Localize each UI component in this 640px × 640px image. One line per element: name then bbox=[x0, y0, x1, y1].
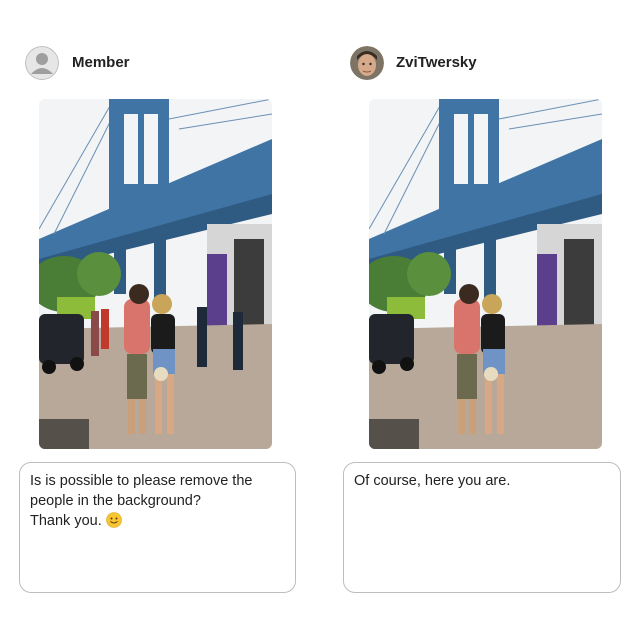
reply-text: Of course, here you are. bbox=[354, 473, 511, 489]
user-photo-avatar[interactable] bbox=[350, 46, 384, 80]
default-user-avatar-icon[interactable] bbox=[25, 46, 59, 80]
request-line-2: people in the background? bbox=[30, 493, 201, 509]
request-line-1: Is is possible to please remove the bbox=[30, 473, 253, 489]
request-message-bubble: Is is possible to please remove the peop… bbox=[19, 462, 296, 593]
request-line-3: Thank you. bbox=[30, 511, 285, 531]
left-panel: Member Is is possible to please remove t… bbox=[0, 0, 320, 640]
request-line-3-text: Thank you. bbox=[30, 513, 102, 529]
original-photo bbox=[39, 99, 272, 449]
edited-photo bbox=[369, 99, 602, 449]
right-panel: ZviTwersky Of course, here you are. bbox=[320, 0, 640, 640]
member-username[interactable]: Member bbox=[72, 54, 130, 71]
reply-message-bubble: Of course, here you are. bbox=[343, 462, 621, 593]
zvitwersky-username[interactable]: ZviTwersky bbox=[396, 54, 477, 71]
smiling-face-emoji-icon bbox=[105, 512, 122, 528]
